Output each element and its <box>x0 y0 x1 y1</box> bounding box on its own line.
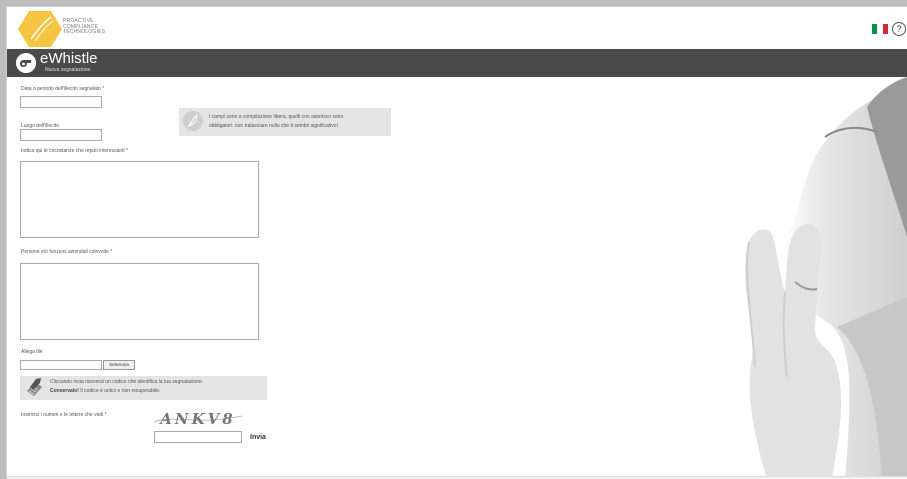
pen-paper-icon <box>27 378 42 396</box>
file-path-input[interactable] <box>20 360 102 370</box>
info-note: I campi sono a compilazione libera, quel… <box>179 108 391 136</box>
code-note-line-2: Conservalo! Il codice è unico e non recu… <box>50 387 267 396</box>
info-note-line-2: obbligatori: non tralasciare nulla che t… <box>209 123 338 129</box>
info-note-line-1: I campi sono a compilazione libera, quel… <box>209 114 344 120</box>
feather-pen-icon <box>183 111 203 131</box>
italian-flag-icon[interactable] <box>872 24 888 34</box>
brand-name: PROACTIVE COMPLIANCE TECHNOLOGIES <box>63 18 106 36</box>
help-icon[interactable]: ? <box>892 22 906 36</box>
company-logo <box>18 11 62 47</box>
code-note-rest: Il codice è unico e non recuperabile. <box>78 388 161 394</box>
circumstances-textarea[interactable] <box>20 161 259 238</box>
top-header: PROACTIVE COMPLIANCE TECHNOLOGIES ? <box>7 7 907 49</box>
page-frame: PROACTIVE COMPLIANCE TECHNOLOGIES ? eWhi… <box>6 6 907 479</box>
place-input[interactable] <box>20 129 102 141</box>
whistle-icon <box>16 53 36 73</box>
attach-label: Allega file <box>21 349 43 355</box>
captcha-text: ANKV8 <box>160 410 236 428</box>
select-file-button[interactable]: Seleziona <box>103 360 135 370</box>
code-note-line-1: Cliccando invia riceverai un codice che … <box>50 379 204 385</box>
persons-textarea[interactable] <box>20 263 259 340</box>
date-label: Data o periodo dell'illecito segnalato * <box>21 86 105 92</box>
code-note: Cliccando invia riceverai un codice che … <box>20 376 267 400</box>
whispering-woman-image <box>577 77 907 479</box>
submit-button[interactable]: Invia <box>250 434 266 441</box>
captcha-label: Inserisci i numeri e le lettere che vedi… <box>21 412 107 418</box>
brand-line-3: TECHNOLOGIES <box>63 29 106 35</box>
captcha-input[interactable] <box>154 431 242 443</box>
app-title: eWhistle <box>40 50 98 67</box>
persons-label: Persone e/o funzioni aziendali coinvolte… <box>21 249 113 255</box>
code-note-bold: Conservalo! <box>50 388 79 394</box>
page-subtitle: Nuova segnalazione <box>45 67 91 73</box>
app-bar: eWhistle Nuova segnalazione <box>7 49 907 77</box>
circumstances-label: Indica qui le circostanze che reputi int… <box>21 148 129 154</box>
date-input[interactable] <box>20 96 102 108</box>
